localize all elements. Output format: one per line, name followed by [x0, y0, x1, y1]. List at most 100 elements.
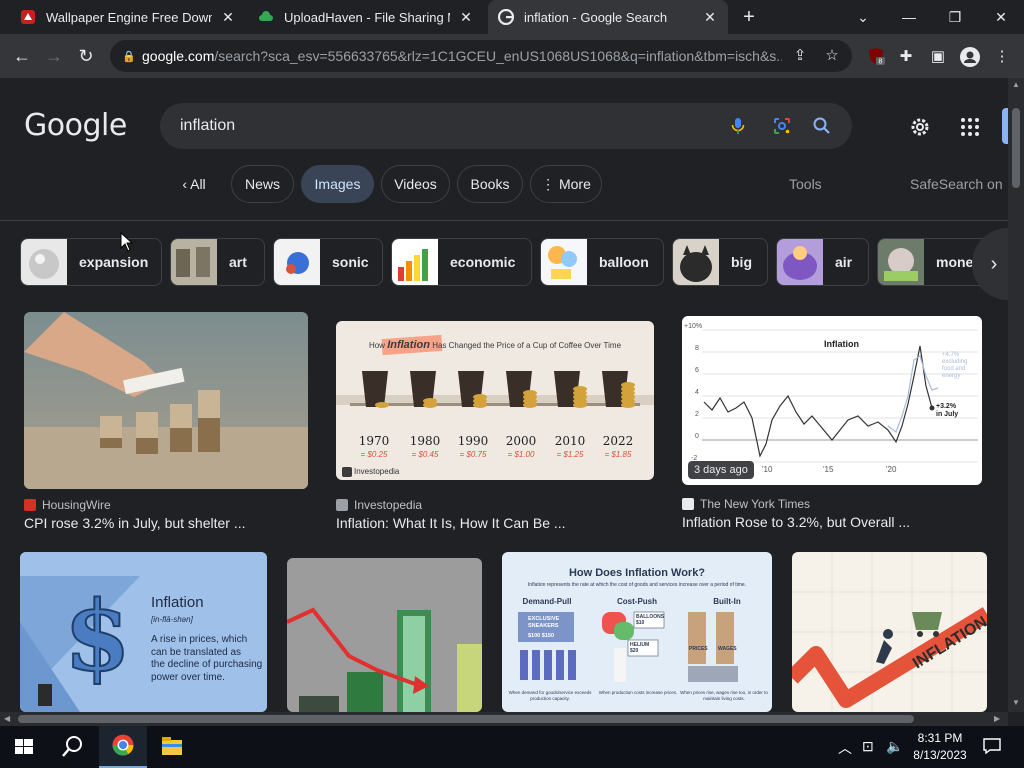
- tab-uploadhaven[interactable]: UploadHaven - File Sharing Mad ✕: [248, 0, 484, 34]
- google-apps-grid-icon[interactable]: [958, 115, 982, 139]
- vertical-scrollbar[interactable]: ▲ ▼: [1008, 78, 1024, 712]
- image-result[interactable]: INFLATION: [792, 552, 987, 712]
- tab-books[interactable]: Books: [457, 165, 523, 203]
- profile-avatar-icon[interactable]: [960, 47, 980, 67]
- close-window-icon[interactable]: ✕: [978, 0, 1024, 34]
- search-box[interactable]: inflation: [160, 103, 852, 149]
- result-image-coffee[interactable]: How Inflation Has Changed the Price of a…: [336, 321, 654, 480]
- tab-all[interactable]: ‹ All: [164, 165, 224, 203]
- restore-icon[interactable]: ❐: [932, 0, 978, 34]
- scroll-right-arrow-icon[interactable]: ▶: [994, 714, 1000, 723]
- tab-more[interactable]: ⋮ More: [530, 165, 602, 203]
- related-chip-expansion[interactable]: expansion: [20, 238, 162, 286]
- tab-search-chevron-icon[interactable]: ⌄: [840, 0, 886, 34]
- result-source[interactable]: Investopedia: [336, 498, 422, 512]
- related-chip-art[interactable]: art: [170, 238, 265, 286]
- chart-note-core: +4.7% excluding food and energy: [942, 352, 968, 379]
- result-source[interactable]: HousingWire: [24, 498, 111, 512]
- mouse-cursor-icon: [120, 232, 134, 252]
- related-chip-balloon[interactable]: balloon: [540, 238, 664, 286]
- coffee-years: 1970 1980 1990 2000 2010 2022 = $0.25 = …: [358, 434, 634, 459]
- tab-strip: Wallpaper Engine Free Downloa ✕ UploadHa…: [0, 0, 1024, 34]
- forward-arrow-icon[interactable]: →: [40, 42, 68, 70]
- result-caption[interactable]: Inflation: What It Is, How It Can Be ...: [336, 515, 566, 531]
- scroll-up-arrow-icon[interactable]: ▲: [1012, 80, 1020, 89]
- related-chip-air[interactable]: air: [776, 238, 869, 286]
- tab-news[interactable]: News: [231, 165, 294, 203]
- back-arrow-icon[interactable]: ←: [8, 42, 36, 70]
- new-tab-button[interactable]: +: [736, 4, 762, 30]
- chart-title: Inflation: [824, 339, 859, 349]
- network-icon[interactable]: ⊡: [862, 738, 874, 755]
- date-badge: 3 days ago: [688, 461, 754, 479]
- taskbar-search-icon[interactable]: [48, 726, 96, 768]
- tools-button[interactable]: Tools: [789, 176, 822, 192]
- reload-icon[interactable]: ↻: [72, 42, 100, 70]
- tab-images[interactable]: Images: [301, 165, 374, 203]
- google-logo[interactable]: Google: [24, 108, 127, 143]
- svg-text:8: 8: [879, 59, 883, 66]
- tab-title: Wallpaper Engine Free Downloa: [46, 9, 212, 25]
- result-image-how-inflation-works[interactable]: How Does Inflation Work? Inflation repre…: [502, 552, 772, 712]
- close-tab-icon[interactable]: ✕: [458, 9, 474, 26]
- close-tab-icon[interactable]: ✕: [220, 9, 236, 26]
- vertical-scroll-thumb[interactable]: [1012, 108, 1020, 188]
- image-result[interactable]: How Inflation Has Changed the Price of a…: [336, 321, 656, 532]
- result-image-inflation-chart[interactable]: Inflation +10% 8 6 4 2 0 -2 '10 '15 '20 …: [682, 316, 982, 485]
- bookmark-star-icon[interactable]: ☆: [822, 46, 842, 66]
- image-result[interactable]: HousingWire CPI rose 3.2% in July, but s…: [24, 312, 310, 532]
- notifications-icon[interactable]: [982, 736, 1002, 756]
- image-result[interactable]: How Does Inflation Work? Inflation repre…: [502, 552, 772, 712]
- google-lens-icon[interactable]: [772, 116, 792, 136]
- chrome-taskbar-icon[interactable]: [99, 726, 147, 768]
- tab-title: inflation - Google Search: [524, 9, 668, 25]
- result-image-coins[interactable]: [24, 312, 308, 489]
- result-source[interactable]: The New York Times: [682, 497, 810, 511]
- windows-start-icon[interactable]: [0, 726, 48, 768]
- horizontal-scroll-thumb[interactable]: [18, 715, 914, 723]
- image-result[interactable]: Inflation +10% 8 6 4 2 0 -2 '10 '15 '20 …: [682, 316, 984, 532]
- chart-note-july: +3.2% in July: [936, 403, 959, 418]
- extensions-puzzle-icon[interactable]: ✚: [896, 47, 916, 67]
- lock-icon: 🔒: [122, 50, 136, 63]
- related-chip-big[interactable]: big: [672, 238, 768, 286]
- related-chip-sonic[interactable]: sonic: [273, 238, 383, 286]
- horizontal-scrollbar[interactable]: ◀ ▶: [0, 712, 1008, 726]
- image-result[interactable]: $ Inflation [in-flā-shən] A rise in pric…: [20, 552, 267, 712]
- search-query[interactable]: inflation: [180, 117, 235, 135]
- tab-google-search[interactable]: inflation - Google Search ✕: [488, 0, 728, 34]
- chip-thumbnail: [777, 239, 823, 285]
- definition-text: A rise in prices, which can be translated…: [151, 634, 263, 683]
- image-result[interactable]: [287, 558, 482, 712]
- safesearch-button[interactable]: SafeSearch on: [910, 176, 1003, 192]
- related-chip-economic[interactable]: economic: [391, 238, 532, 286]
- scroll-down-arrow-icon[interactable]: ▼: [1012, 698, 1020, 707]
- chip-thumbnail: [171, 239, 217, 285]
- ublock-origin-icon[interactable]: 8: [866, 47, 886, 67]
- uploadhaven-cloud-icon: [259, 11, 273, 21]
- wallpaper-engine-icon: [21, 10, 35, 24]
- tab-wallpaper-engine[interactable]: Wallpaper Engine Free Downloa ✕: [10, 0, 246, 34]
- search-icon[interactable]: [812, 116, 832, 136]
- scroll-left-arrow-icon[interactable]: ◀: [4, 714, 10, 723]
- close-tab-icon[interactable]: ✕: [702, 9, 718, 26]
- result-image-declining-graph[interactable]: [287, 558, 482, 712]
- voice-search-mic-icon[interactable]: [728, 116, 748, 136]
- result-caption[interactable]: CPI rose 3.2% in July, but shelter ...: [24, 515, 246, 531]
- taskbar-clock[interactable]: 8:31 PM 8/13/2023: [900, 730, 980, 764]
- settings-gear-icon[interactable]: [908, 115, 932, 139]
- url-text[interactable]: google.com/search?sca_esv=556633765&rlz=…: [142, 48, 782, 64]
- tab-videos[interactable]: Videos: [381, 165, 450, 203]
- share-icon[interactable]: ⇪: [790, 46, 810, 66]
- result-caption[interactable]: Inflation Rose to 3.2%, but Overall ...: [682, 514, 910, 530]
- file-explorer-icon[interactable]: [148, 726, 196, 768]
- address-bar[interactable]: 🔒 google.com/search?sca_esv=556633765&rl…: [110, 40, 852, 72]
- chrome-menu-icon[interactable]: ⋮: [992, 47, 1012, 67]
- result-image-inflation-arrow[interactable]: INFLATION: [792, 552, 987, 712]
- minimize-icon[interactable]: —: [886, 0, 932, 34]
- show-hidden-icons-chevron-icon[interactable]: ︿: [838, 738, 852, 758]
- chip-thumbnail: [274, 239, 320, 285]
- side-panel-icon[interactable]: ▣: [928, 47, 948, 67]
- result-image-inflation-definition[interactable]: $ Inflation [in-flā-shən] A rise in pric…: [20, 552, 267, 712]
- investopedia-favicon-icon: [336, 499, 348, 511]
